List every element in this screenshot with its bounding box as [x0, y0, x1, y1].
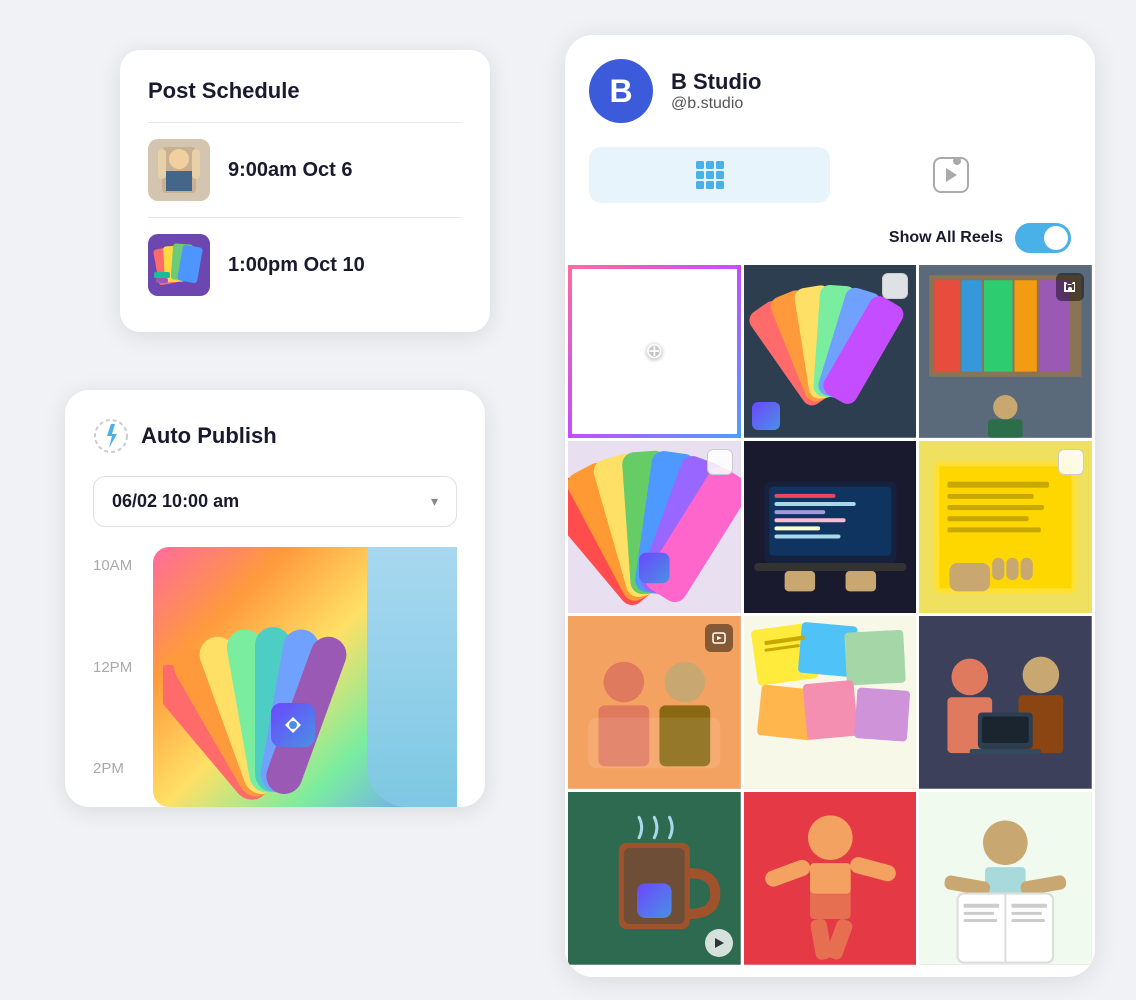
grid-icon	[696, 161, 724, 189]
grid-cell-2[interactable]	[744, 265, 917, 438]
schedule-item-1: 9:00am Oct 6	[148, 123, 462, 218]
grid-cell-11[interactable]	[744, 792, 917, 965]
datetime-selector[interactable]: 06/02 10:00 am ▾	[93, 476, 457, 527]
chevron-down-icon: ▾	[431, 493, 438, 510]
checkbox-badge-4[interactable]	[707, 449, 733, 475]
auto-publish-header: Auto Publish	[93, 418, 457, 454]
auto-publish-title: Auto Publish	[141, 423, 277, 449]
grid-cell-12[interactable]	[919, 792, 1092, 965]
schedule-time-2: 1:00pm Oct 10	[228, 254, 365, 277]
grid-cell-8[interactable]	[744, 616, 917, 789]
bstudio-avatar: B	[589, 59, 653, 123]
grid-cell-9[interactable]	[919, 616, 1092, 789]
schedule-thumb-2	[148, 234, 210, 296]
bstudio-avatar-letter: B	[609, 73, 632, 110]
grid-cell-6[interactable]	[919, 441, 1092, 614]
post-schedule-title: Post Schedule	[148, 78, 462, 104]
show-all-reels-toggle[interactable]	[1015, 223, 1071, 253]
posts-grid: ⊕	[565, 265, 1095, 965]
schedule-thumb-1	[148, 139, 210, 201]
bstudio-header: B B Studio @b.studio	[565, 35, 1095, 143]
show-all-reels-label: Show All Reels	[889, 229, 1003, 247]
grid-cell-featured[interactable]: ⊕	[568, 265, 741, 438]
reel-play-icon	[946, 168, 957, 182]
reel-badge-3	[1056, 273, 1084, 301]
reel-play-badge-10	[705, 929, 733, 957]
schedule-item-2: 1:00pm Oct 10	[148, 218, 462, 312]
reel-icon	[933, 157, 969, 193]
checkbox-badge-6[interactable]	[1058, 449, 1084, 475]
bstudio-card: B B Studio @b.studio Show All Reels	[565, 35, 1095, 977]
grid-cell-5[interactable]	[744, 441, 917, 614]
tab-grid[interactable]	[589, 147, 830, 203]
blue-wave-decoration	[367, 547, 457, 807]
reels-row: Show All Reels	[565, 215, 1095, 265]
bstudio-handle: @b.studio	[671, 95, 761, 113]
reel-badge-7	[705, 624, 733, 652]
tab-reels[interactable]	[830, 143, 1071, 207]
grid-cell-7[interactable]	[568, 616, 741, 789]
auto-publish-card: Auto Publish 06/02 10:00 am ▾ 10AM 12PM …	[65, 390, 485, 807]
toggle-thumb	[1044, 226, 1068, 250]
tab-bar	[565, 143, 1095, 207]
checkbox-badge-2[interactable]	[882, 273, 908, 299]
logo-badge	[271, 703, 315, 747]
time-label-2pm: 2PM	[93, 760, 153, 777]
grid-cell-3[interactable]	[919, 265, 1092, 438]
auto-publish-icon	[93, 418, 129, 454]
time-label-12pm: 12PM	[93, 659, 153, 676]
grid-cell-4[interactable]	[568, 441, 741, 614]
timeline-area: 10AM 12PM 2PM	[93, 547, 457, 807]
bstudio-name: B Studio	[671, 69, 761, 95]
schedule-time-1: 9:00am Oct 6	[228, 159, 353, 182]
grid-cell-10[interactable]	[568, 792, 741, 965]
move-icon: ⊕	[645, 338, 663, 364]
logo-small-2	[752, 402, 780, 430]
timeline-labels: 10AM 12PM 2PM	[93, 547, 153, 807]
post-schedule-card: Post Schedule 9:00am Oct 6	[120, 50, 490, 332]
time-label-10am: 10AM	[93, 557, 153, 574]
bstudio-info: B Studio @b.studio	[671, 69, 761, 113]
datetime-value: 06/02 10:00 am	[112, 491, 239, 512]
